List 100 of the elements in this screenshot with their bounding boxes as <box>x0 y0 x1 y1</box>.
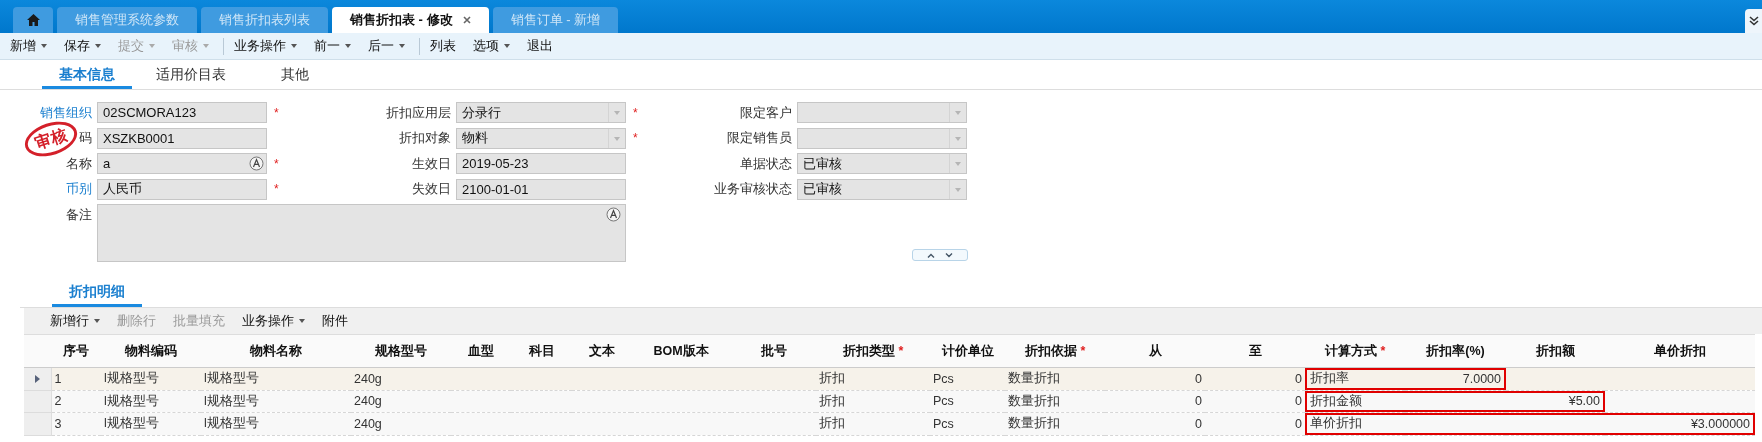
caret-icon <box>203 44 209 48</box>
toolbar-button[interactable]: 列表 <box>430 37 456 55</box>
table-cell: 折扣率 <box>1305 367 1405 390</box>
remarks-field[interactable] <box>97 204 626 262</box>
table-cell: 单价折扣 <box>1305 412 1405 435</box>
field-label: 限定客户 <box>740 103 793 122</box>
current-row-icon <box>34 374 40 383</box>
required-mark: * <box>632 105 639 120</box>
column-header[interactable]: 文本 <box>572 334 631 368</box>
dropdown-field[interactable]: 分录行 <box>456 102 626 124</box>
input-field[interactable]: 2100-01-01 <box>456 178 626 200</box>
table-row[interactable]: 1 l规格型号 l规格型号 240g 折扣 Pcs 数量折扣 0 0 折扣率 7.0000 <box>24 367 1755 390</box>
column-header[interactable]: 科目 <box>511 334 572 368</box>
table-row[interactable]: 3 l规格型号 l规格型号 240g 折扣 Pcs 数量折扣 0 0 单价折扣 ¥3.000000 <box>24 412 1755 435</box>
field-label: 生效日 <box>412 154 452 173</box>
row-marker[interactable] <box>24 367 51 390</box>
detail-toolbar-button[interactable]: 新增行 <box>50 312 100 330</box>
table-cell: 7.0000 <box>1405 367 1506 390</box>
column-header[interactable]: 折扣额 <box>1506 334 1605 368</box>
table-cell: l规格型号 <box>201 367 351 390</box>
table-cell: 折扣 <box>816 367 930 390</box>
toolbar-button[interactable]: 后一 <box>368 37 405 55</box>
table-cell: 240g <box>351 412 451 435</box>
table-cell: 折扣 <box>816 390 930 413</box>
input-field[interactable]: 2019-05-23 <box>456 153 626 175</box>
column-header[interactable]: 从 <box>1105 334 1205 368</box>
input-field[interactable]: XSZKB0001 <box>97 127 267 149</box>
chevron-down-icon <box>945 252 953 258</box>
field-label[interactable]: 币别 <box>66 180 97 199</box>
toolbar-button[interactable]: 保存 <box>64 37 101 55</box>
tab-overflow-button[interactable] <box>1745 9 1762 33</box>
multilanguage-icon[interactable] <box>606 207 621 222</box>
toolbar-button[interactable]: 业务操作 <box>234 37 297 55</box>
table-cell: 0 <box>1205 412 1305 435</box>
column-header[interactable]: 物料编码 <box>101 334 201 368</box>
column-header[interactable]: 单价折扣 <box>1605 334 1755 368</box>
required-mark: * <box>273 182 280 197</box>
multilanguage-icon[interactable] <box>249 156 264 172</box>
field-label: 码 <box>79 129 93 148</box>
input-field[interactable]: 人民币 <box>97 178 267 200</box>
table-cell: 2 <box>51 390 101 413</box>
dropdown-field[interactable] <box>797 102 967 124</box>
column-header[interactable]: 至 <box>1205 334 1305 368</box>
dropdown-field[interactable]: 物料 <box>456 127 626 149</box>
required-mark: * <box>273 156 280 171</box>
table-cell: 0 <box>1105 390 1205 413</box>
column-header[interactable]: 计算方式 * <box>1305 334 1405 368</box>
table-cell: l规格型号 <box>201 412 351 435</box>
table-cell: 0 <box>1205 367 1305 390</box>
dropdown-field[interactable] <box>797 127 967 149</box>
column-header[interactable]: 计价单位 <box>930 334 1005 368</box>
field-label: 备注 <box>66 206 93 224</box>
form-tab[interactable]: 基本信息 <box>42 60 132 89</box>
caret-icon <box>41 44 47 48</box>
input-field[interactable]: 02SCMORA123 <box>97 102 267 124</box>
form-tab[interactable]: 适用价目表 <box>146 60 236 89</box>
required-mark: * <box>1380 343 1386 358</box>
table-cell: 数量折扣 <box>1005 412 1105 435</box>
detail-toolbar-button[interactable]: 附件 <box>322 312 348 330</box>
field-label: 单据状态 <box>740 154 793 173</box>
dropdown-field[interactable]: 已审核 <box>797 178 967 200</box>
form-tab[interactable]: 其他 <box>250 60 340 89</box>
dropdown-field[interactable]: 已审核 <box>797 153 967 175</box>
column-header[interactable]: 序号 <box>51 334 101 368</box>
table-cell: ¥3.000000 <box>1605 412 1755 435</box>
field-label: 失效日 <box>412 180 452 199</box>
column-header[interactable]: 血型 <box>451 334 511 368</box>
table-cell: Pcs <box>930 412 1005 435</box>
table-cell: 折扣 <box>816 412 930 435</box>
home-tab[interactable] <box>13 7 53 33</box>
toolbar-button[interactable]: 前一 <box>314 37 351 55</box>
table-cell: 0 <box>1205 390 1305 413</box>
double-chevron-down-icon <box>1748 16 1759 26</box>
table-cell: l规格型号 <box>101 367 201 390</box>
toolbar-button[interactable]: 选项 <box>473 37 510 55</box>
column-header[interactable]: 物料名称 <box>201 334 351 368</box>
caret-icon <box>399 44 405 48</box>
collapse-toggle[interactable] <box>912 249 968 261</box>
close-icon[interactable] <box>462 16 471 24</box>
column-header[interactable]: 规格型号 <box>351 334 451 368</box>
required-mark: * <box>273 105 280 120</box>
row-marker[interactable] <box>24 412 51 435</box>
column-header[interactable]: 折扣类型 * <box>816 334 930 368</box>
caret-icon <box>291 44 297 48</box>
toolbar-button[interactable]: 退出 <box>527 37 553 55</box>
column-header[interactable]: 折扣率(%) <box>1405 334 1506 368</box>
caret-icon <box>149 44 155 48</box>
column-header[interactable]: BOM版本 <box>631 334 731 368</box>
detail-toolbar-button[interactable]: 业务操作 <box>242 312 305 330</box>
input-field[interactable]: a <box>97 153 267 175</box>
table-row[interactable]: 2 l规格型号 l规格型号 240g 折扣 Pcs 数量折扣 0 0 折扣金额 ¥5.00 <box>24 390 1755 413</box>
required-mark: * <box>632 131 639 146</box>
toolbar-button[interactable]: 新增 <box>10 37 47 55</box>
row-marker[interactable] <box>24 390 51 413</box>
column-header[interactable]: 折扣依据 * <box>1005 334 1105 368</box>
table-cell: 0 <box>1105 367 1205 390</box>
page-tab[interactable]: 销售折扣表 - 修改 <box>332 7 489 33</box>
field-label: 折扣对象 <box>399 129 452 148</box>
column-header[interactable]: 批号 <box>731 334 816 368</box>
caret-icon <box>504 44 510 48</box>
